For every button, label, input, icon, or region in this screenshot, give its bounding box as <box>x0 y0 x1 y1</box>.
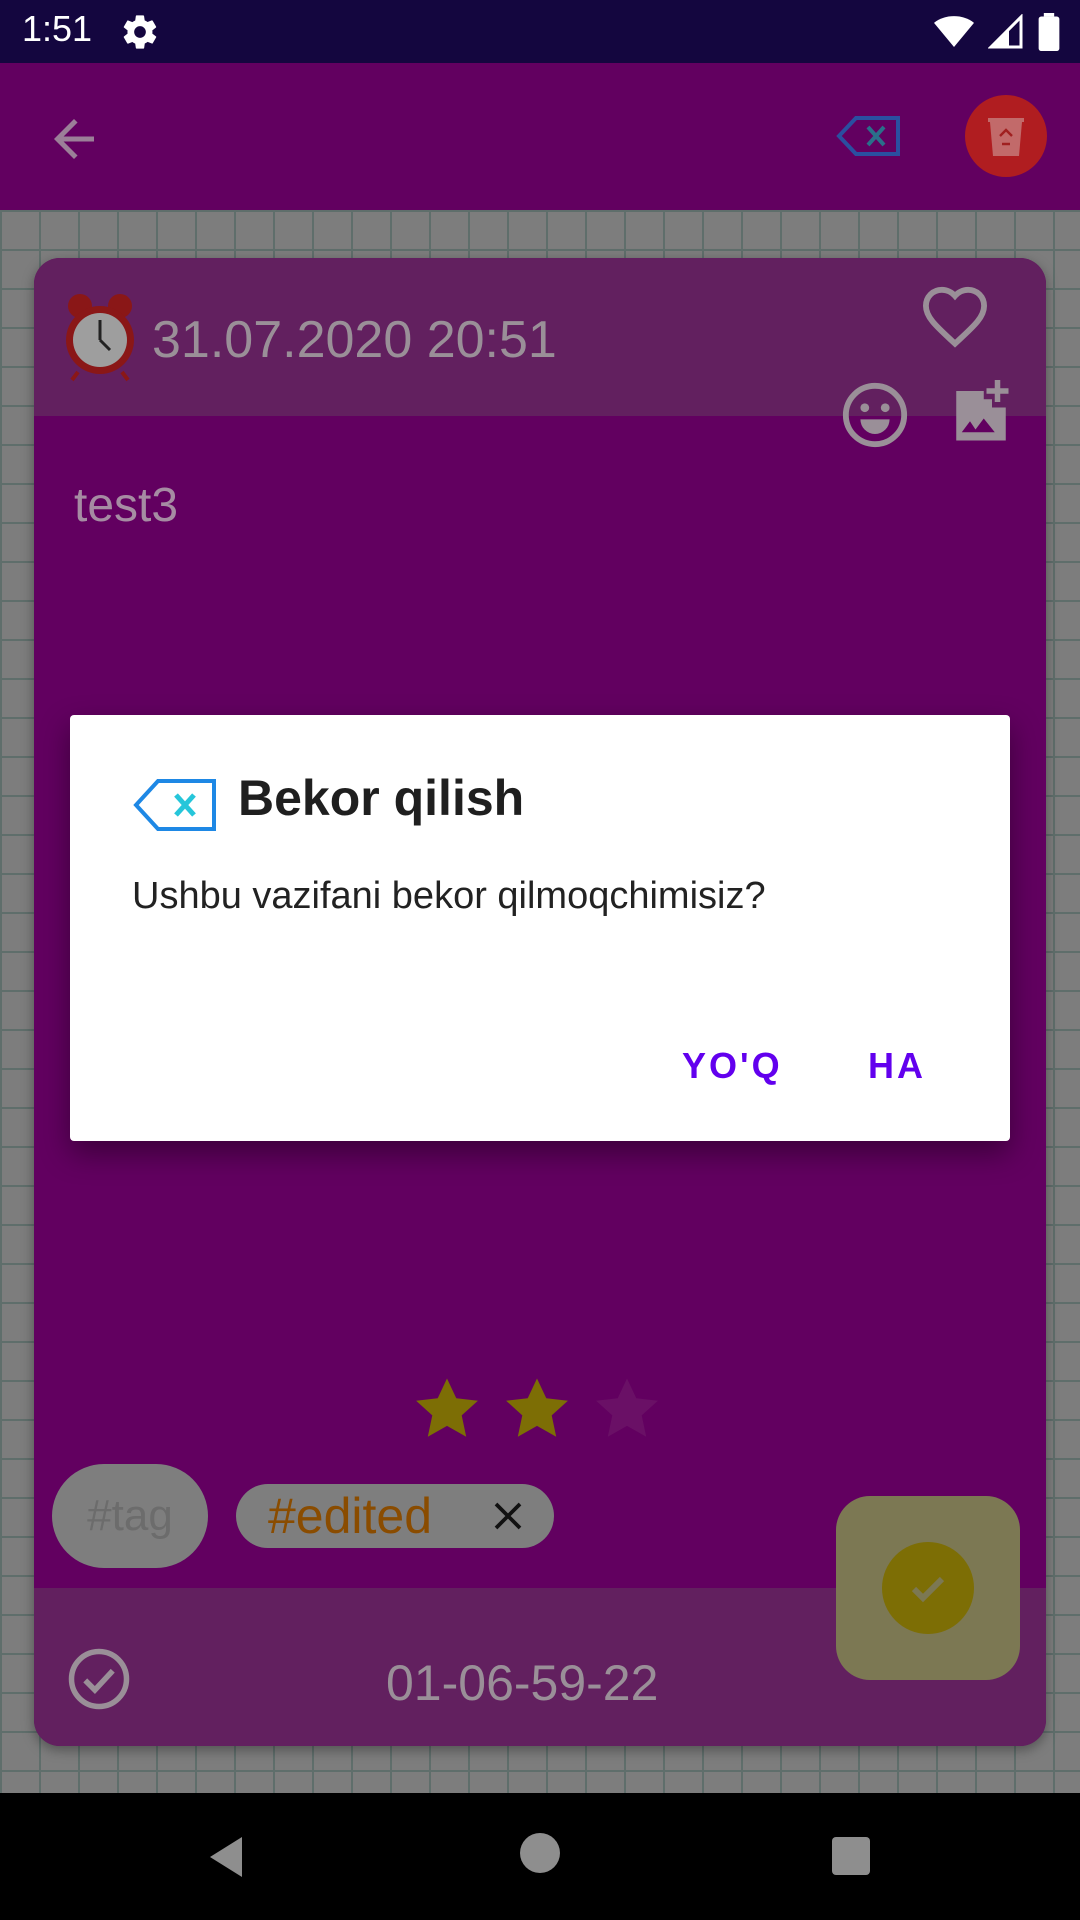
nav-home-icon[interactable] <box>520 1833 560 1873</box>
dialog-title: Bekor qilish <box>238 770 525 826</box>
no-button[interactable]: YO'Q <box>682 1045 783 1087</box>
cancel-task-icon <box>133 779 216 831</box>
nav-recents-icon[interactable] <box>832 1837 870 1875</box>
yes-button[interactable]: HA <box>868 1045 926 1087</box>
cancel-dialog: Bekor qilish Ushbu vazifani bekor qilmoq… <box>70 715 1010 1141</box>
nav-back-icon[interactable] <box>202 1833 250 1881</box>
navigation-bar <box>0 1793 1080 1920</box>
dialog-message: Ushbu vazifani bekor qilmoqchimisiz? <box>132 875 766 917</box>
